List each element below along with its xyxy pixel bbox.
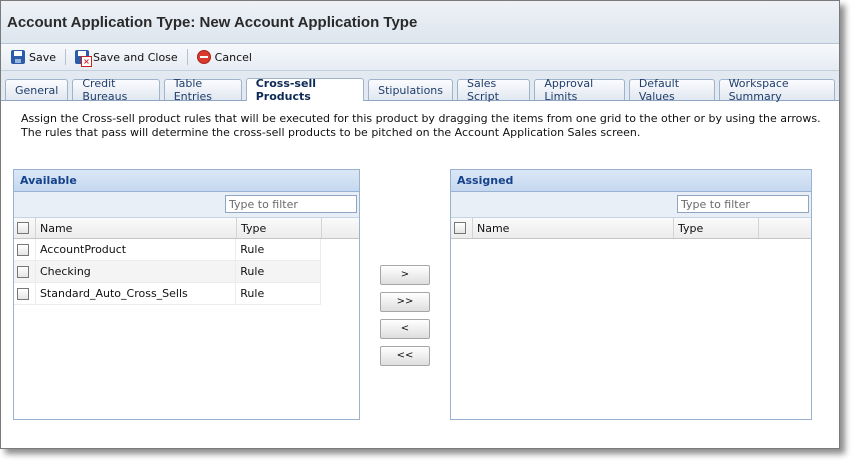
save-icon xyxy=(11,50,25,64)
available-column-header: Name Type xyxy=(14,218,359,239)
cancel-button[interactable]: Cancel xyxy=(193,46,256,68)
row-type: Rule xyxy=(236,239,321,260)
save-button-label: Save xyxy=(29,50,57,64)
tab-general[interactable]: General xyxy=(5,79,69,100)
save-button[interactable]: Save xyxy=(7,46,60,68)
assigned-select-all-cell xyxy=(451,218,473,238)
window-title: Account Application Type: New Account Ap… xyxy=(7,13,418,31)
available-filler-column xyxy=(322,218,359,238)
row-checkbox[interactable] xyxy=(17,265,29,278)
save-and-close-button-label: Save and Close xyxy=(93,50,178,64)
assigned-grid: Assigned Name Type xyxy=(450,169,812,420)
assigned-filter-bar xyxy=(451,192,811,218)
available-name-column-header[interactable]: Name xyxy=(36,218,237,238)
assigned-type-column-header[interactable]: Type xyxy=(674,218,759,238)
save-and-close-button[interactable]: × Save and Close xyxy=(71,46,182,68)
assigned-filter-input[interactable] xyxy=(677,195,809,213)
row-checkbox-cell xyxy=(14,261,36,282)
toolbar: Save × Save and Close Cancel xyxy=(1,44,839,71)
table-row[interactable]: Standard_Auto_Cross_Sells Rule xyxy=(14,283,321,305)
tab-table-entries[interactable]: Table Entries xyxy=(163,77,242,103)
available-select-all-cell xyxy=(14,218,36,238)
row-name: Standard_Auto_Cross_Sells xyxy=(36,283,237,304)
tab-stipulations[interactable]: Stipulations xyxy=(368,79,453,100)
move-all-left-button[interactable]: << xyxy=(380,346,430,366)
row-name: Checking xyxy=(36,261,237,282)
cancel-button-label: Cancel xyxy=(214,50,252,64)
row-checkbox-cell xyxy=(14,283,36,304)
move-left-button[interactable]: < xyxy=(380,319,430,339)
assigned-column-header: Name Type xyxy=(451,218,811,239)
select-all-checkbox[interactable] xyxy=(454,222,466,234)
move-right-button[interactable]: > xyxy=(380,265,430,285)
instructions-text: Assign the Cross-sell product rules that… xyxy=(21,112,821,139)
available-grid: Available Name Type AccountProduct Rule … xyxy=(13,169,360,420)
assigned-filler-column xyxy=(759,218,811,238)
table-row[interactable]: Checking Rule xyxy=(14,261,321,283)
toolbar-separator xyxy=(65,49,67,65)
tab-default-values[interactable]: Default Values xyxy=(628,77,715,103)
available-type-column-header[interactable]: Type xyxy=(237,218,322,238)
move-all-right-button[interactable]: >> xyxy=(380,292,430,312)
row-checkbox-cell xyxy=(14,239,36,260)
tab-approval-limits[interactable]: Approval Limits xyxy=(534,77,625,103)
row-checkbox[interactable] xyxy=(17,287,29,300)
cancel-icon xyxy=(196,50,211,64)
save-and-close-icon: × xyxy=(75,50,93,67)
row-type: Rule xyxy=(236,283,321,304)
select-all-checkbox[interactable] xyxy=(17,222,29,234)
assigned-name-column-header[interactable]: Name xyxy=(473,218,674,238)
tab-credit-bureaus[interactable]: Credit Bureaus xyxy=(72,77,160,103)
tab-cross-sell-products[interactable]: Cross-sell Products xyxy=(245,77,365,103)
title-bar: Account Application Type: New Account Ap… xyxy=(1,1,839,44)
available-grid-title: Available xyxy=(14,170,359,192)
row-name: AccountProduct xyxy=(36,239,237,260)
toolbar-separator xyxy=(186,49,188,65)
row-checkbox[interactable] xyxy=(17,243,29,256)
row-type: Rule xyxy=(236,261,321,282)
available-filter-input[interactable] xyxy=(225,195,357,213)
tab-sales-script[interactable]: Sales Script xyxy=(457,77,531,103)
tab-strip: General Credit Bureaus Table Entries Cro… xyxy=(1,71,839,103)
tab-workspace-summary[interactable]: Workspace Summary xyxy=(718,77,835,103)
dialog-window: Account Application Type: New Account Ap… xyxy=(0,0,840,449)
available-filter-bar xyxy=(14,192,359,218)
assigned-grid-title: Assigned xyxy=(451,170,811,192)
table-row[interactable]: AccountProduct Rule xyxy=(14,239,321,261)
